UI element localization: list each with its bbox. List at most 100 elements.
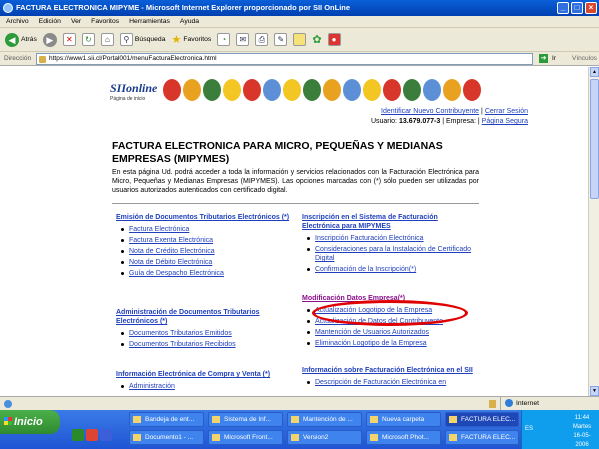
plugin-icon[interactable]: ✿ — [312, 33, 321, 46]
link-docs-recibidos[interactable]: Documentos Tributarios Recibidos — [116, 340, 291, 349]
link-docs-emitidos[interactable]: Documentos Tributarios Emitidos — [116, 329, 291, 338]
mail-icon[interactable]: ✉ — [236, 33, 250, 46]
home-icon[interactable]: ⌂ — [100, 33, 114, 46]
maximize-button[interactable]: □ — [571, 2, 583, 14]
task-frontpage[interactable]: Microsoft Front... — [208, 430, 283, 445]
link-confirmacion[interactable]: Confirmación de la Inscripción(*) — [302, 265, 477, 274]
forward-arrow-icon: ▶ — [42, 32, 57, 47]
task-mantencion[interactable]: Mantención de ... — [287, 412, 362, 427]
star-icon: ★ — [171, 34, 182, 46]
vertical-scrollbar[interactable]: ▲ ▼ — [588, 67, 599, 396]
task-version2[interactable]: Version2 — [287, 430, 362, 445]
scroll-thumb[interactable] — [590, 79, 599, 199]
back-button[interactable]: ◀ Atrás — [5, 32, 37, 47]
service-icon-8[interactable] — [303, 79, 321, 101]
favorites-button[interactable]: ★ Favoritos — [172, 33, 212, 46]
task-factura-2[interactable]: FACTURA ELEC... — [445, 430, 519, 445]
service-icon-15[interactable] — [443, 79, 461, 101]
logout-link[interactable]: Cerrar Sesión — [485, 108, 528, 115]
start-button[interactable]: Inicio — [0, 410, 60, 434]
address-label: Dirección — [4, 55, 32, 62]
address-input[interactable]: https://www1.sii.cl/Portal001/menuFactur… — [36, 53, 533, 65]
go-button[interactable]: Ir — [552, 52, 556, 66]
section-administracion-title[interactable]: Administración de Documentos Tributarios… — [116, 308, 291, 326]
link-descripcion[interactable]: Descripción de Facturación Electrónica e… — [302, 378, 477, 387]
link-nota-debito[interactable]: Nota de Débito Electrónica — [116, 258, 291, 267]
section-informacion: Información sobre Facturación Electrónic… — [302, 366, 477, 389]
service-icon-4[interactable] — [223, 79, 241, 101]
task-bandeja[interactable]: Bandeja de ent... — [129, 412, 204, 427]
service-icon-1[interactable] — [163, 79, 181, 101]
section-compra-title[interactable]: Información Electrónica de Compra y Vent… — [116, 370, 291, 379]
service-icon-5[interactable] — [243, 79, 261, 101]
link-factura-electronica[interactable]: Factura Electrónica — [116, 225, 291, 234]
taskbar: Inicio Bandeja de ent... Sistema de Inf.… — [0, 410, 599, 449]
link-administracion[interactable]: Administración — [116, 382, 291, 391]
identify-new-link[interactable]: Identificar Nuevo Contribuyente — [381, 108, 479, 115]
service-icon-7[interactable] — [283, 79, 301, 101]
link-inscripcion[interactable]: Inscripción Facturación Electrónica — [302, 234, 477, 243]
link-nota-credito[interactable]: Nota de Crédito Electrónica — [116, 247, 291, 256]
link-eliminacion-logotipo[interactable]: Eliminación Logotipo de la Empresa — [302, 339, 477, 348]
taskbar-tasks: Bandeja de ent... Sistema de Inf... Mant… — [69, 410, 519, 449]
section-inscripcion-title[interactable]: Inscripción en el Sistema de Facturación… — [302, 213, 477, 231]
menu-ayuda[interactable]: Ayuda — [180, 16, 199, 27]
system-tray: ES 11:44 Martes 16-05-2006 — [521, 410, 599, 449]
service-icon-9[interactable] — [323, 79, 341, 101]
scroll-up-icon[interactable]: ▲ — [590, 67, 599, 77]
minimize-button[interactable]: _ — [557, 2, 569, 14]
section-emision-title[interactable]: Emisión de Documentos Tributarios Electr… — [116, 213, 291, 222]
menu-herramientas[interactable]: Herramientas — [129, 16, 170, 27]
service-icon-12[interactable] — [383, 79, 401, 101]
service-icon-2[interactable] — [183, 79, 201, 101]
history-icon[interactable]: ◔ — [217, 33, 231, 46]
menu-ver[interactable]: Ver — [71, 16, 81, 27]
scroll-down-icon[interactable]: ▼ — [590, 386, 599, 396]
menu-edicion[interactable]: Edición — [39, 16, 61, 27]
page-title: FACTURA ELECTRONICA PARA MICRO, PEQUEÑAS… — [112, 140, 443, 165]
service-icon-6[interactable] — [263, 79, 281, 101]
user-value: 13.679.077-3 — [398, 118, 441, 125]
section-emision: Emisión de Documentos Tributarios Electr… — [116, 213, 291, 280]
task-sistema[interactable]: Sistema de Inf... — [208, 412, 283, 427]
messenger-icon[interactable]: ● — [327, 33, 341, 46]
sii-logo[interactable]: SIIonline Página de inicio — [110, 81, 160, 113]
task-documento1[interactable]: Documento1 - ... — [129, 430, 204, 445]
link-consideraciones[interactable]: Consideraciones para la Instalación de C… — [302, 245, 477, 263]
user-header: Identificar Nuevo Contribuyente | Cerrar… — [370, 108, 528, 125]
forward-button[interactable]: ▶ — [42, 32, 57, 47]
language-indicator[interactable]: ES — [525, 426, 533, 432]
secure-page-link[interactable]: Página Segura — [482, 118, 528, 125]
page-intro: En esta página Ud. podrá acceder a toda … — [112, 169, 479, 194]
service-icon-13[interactable] — [403, 79, 421, 101]
folder-icon[interactable] — [293, 33, 307, 46]
service-icon-14[interactable] — [423, 79, 441, 101]
links-button[interactable]: Vínculos — [572, 52, 597, 66]
close-button[interactable]: × — [585, 2, 597, 14]
link-factura-exenta[interactable]: Factura Exenta Electrónica — [116, 236, 291, 245]
address-bar: Dirección https://www1.sii.cl/Portal001/… — [0, 52, 599, 66]
window-titlebar: FACTURA ELECTRONICA MIPYME - Microsoft I… — [0, 0, 599, 16]
service-icons-bar — [163, 79, 481, 101]
stop-icon[interactable]: ✕ — [62, 33, 76, 46]
menu-archivo[interactable]: Archivo — [6, 16, 29, 27]
print-icon[interactable]: ⎙ — [255, 33, 269, 46]
service-icon-3[interactable] — [203, 79, 221, 101]
service-icon-10[interactable] — [343, 79, 361, 101]
window-title: FACTURA ELECTRONICA MIPYME - Microsoft I… — [16, 3, 351, 12]
ie-logo-icon — [3, 3, 13, 13]
service-icon-11[interactable] — [363, 79, 381, 101]
task-factura-1[interactable]: FACTURA ELEC... — [445, 412, 519, 427]
link-mantencion-usuarios[interactable]: Mantención de Usuarios Autorizados — [302, 328, 477, 337]
refresh-icon[interactable]: ↻ — [81, 33, 95, 46]
task-nueva-carpeta[interactable]: Nueva carpeta — [366, 412, 441, 427]
edit-icon[interactable]: ✎ — [274, 33, 288, 46]
search-button[interactable]: ⚲ Búsqueda — [119, 33, 166, 46]
link-guia-despacho[interactable]: Guía de Despacho Electrónica — [116, 269, 291, 278]
go-arrow-icon[interactable]: ➔ — [539, 54, 548, 63]
section-informacion-title[interactable]: Información sobre Facturación Electrónic… — [302, 366, 477, 375]
task-photo[interactable]: Microsoft Phot... — [366, 430, 441, 445]
service-icon-16[interactable] — [463, 79, 481, 101]
clock[interactable]: 11:44 Martes 16-05-2006 — [567, 414, 597, 449]
menu-favoritos[interactable]: Favoritos — [91, 16, 119, 27]
